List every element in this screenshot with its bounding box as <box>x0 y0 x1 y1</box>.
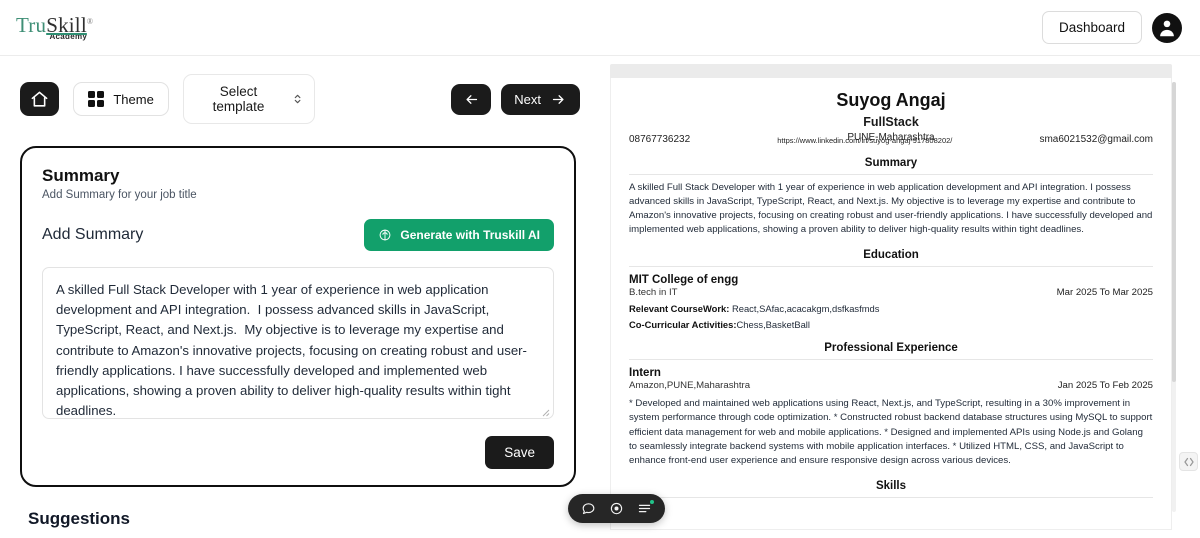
logo-text-skill: Skill <box>46 12 87 37</box>
logo-text-tru: Tru <box>16 12 47 37</box>
resume-document[interactable]: Suyog Angaj FullStack PUNE-Maharashtra 0… <box>610 78 1172 530</box>
resume-linkedin[interactable]: https://www.linkedin.com/in/suyog-angaj-… <box>777 136 952 145</box>
resume-role: FullStack <box>863 115 919 129</box>
resume-experience-entry: Intern <box>629 367 1153 379</box>
resume-scrollbar-thumb[interactable] <box>1172 82 1176 382</box>
top-bar-actions: Dashboard <box>1041 11 1182 44</box>
resume-preview-pane: Suyog Angaj FullStack PUNE-Maharashtra 0… <box>600 56 1200 538</box>
generate-ai-label: Generate with Truskill AI <box>400 228 540 242</box>
divider <box>629 174 1153 175</box>
logo-text: TruSkill® <box>16 12 94 37</box>
summary-textarea[interactable] <box>42 267 554 419</box>
chat-icon <box>582 503 595 515</box>
grid-icon <box>87 90 105 108</box>
resume-summary-text: A skilled Full Stack Developer with 1 ye… <box>629 182 1153 236</box>
preview-top-strip <box>610 64 1172 78</box>
dashboard-button[interactable]: Dashboard <box>1041 11 1142 44</box>
divider <box>629 496 1153 498</box>
education-activities: Co-Curricular Activities:Chess,BasketBal… <box>629 319 1153 330</box>
education-sub-line: B.tech in IT Mar 2025 To Mar 2025 <box>629 287 1153 298</box>
resume-email: sma6021532@gmail.com <box>1039 134 1153 145</box>
summary-card-title: Summary <box>42 166 120 185</box>
sections-button[interactable] <box>637 500 654 516</box>
resume-education-entry: MIT College of engg <box>629 274 1153 286</box>
chevron-updown-icon <box>294 94 301 104</box>
education-degree: B.tech in IT <box>629 287 678 299</box>
resume-experience-heading: Professional Experience <box>824 342 958 355</box>
registered-icon: ® <box>86 16 94 26</box>
main-content: Theme Select template Next Summary Add S… <box>0 56 1200 538</box>
resume-education-heading: Education <box>863 249 919 262</box>
education-coursework-value: React,SAfac,acacakgm,dsfkasfmds <box>729 303 880 315</box>
resume-summary-heading: Summary <box>864 157 918 169</box>
preview-button[interactable] <box>609 501 624 516</box>
home-button[interactable] <box>20 82 59 116</box>
editor-toolbar: Theme Select template Next <box>20 74 580 124</box>
save-button[interactable]: Save <box>485 436 554 469</box>
resume-preview-shell: Suyog Angaj FullStack PUNE-Maharashtra 0… <box>606 64 1176 530</box>
brain-icon <box>380 229 391 241</box>
divider <box>629 266 1153 268</box>
resume-skills-heading: Skills <box>875 479 907 492</box>
home-icon <box>31 91 48 107</box>
education-coursework-label: Relevant CourseWork: <box>629 303 730 315</box>
experience-company: Amazon,PUNE,Maharashtra <box>629 380 751 392</box>
summary-card: Summary Add Summary for your job title A… <box>20 146 576 487</box>
next-button-label: Next <box>514 91 541 107</box>
template-select-label: Select template <box>212 84 265 114</box>
avatar[interactable] <box>1152 12 1182 43</box>
next-button[interactable]: Next <box>501 83 580 115</box>
education-activities-value: Chess,BasketBall <box>736 319 810 331</box>
chat-button[interactable] <box>581 501 596 516</box>
experience-bullets: * Developed and maintained web applicati… <box>629 398 1153 466</box>
theme-button[interactable]: Theme <box>72 81 169 117</box>
eye-icon <box>610 502 623 515</box>
arrow-left-icon <box>466 94 477 104</box>
top-bar: TruSkill® Academy Dashboard <box>0 0 1200 56</box>
user-avatar-icon <box>1160 20 1174 36</box>
theme-button-label: Theme <box>113 91 154 107</box>
editor-pane: Theme Select template Next Summary Add S… <box>0 56 600 538</box>
notification-badge <box>650 500 654 504</box>
resume-scrollbar[interactable] <box>1172 82 1176 512</box>
template-select[interactable]: Select template <box>182 74 316 124</box>
collapse-arrows-icon <box>1183 457 1194 466</box>
education-dates: Mar 2025 To Mar 2025 <box>1056 287 1153 299</box>
wizard-nav: Next <box>451 83 580 115</box>
resume-contact-row: 08767736232 https://www.linkedin.com/in/… <box>629 134 1153 145</box>
add-summary-label: Add Summary <box>42 226 144 243</box>
education-school: MIT College of engg <box>629 274 739 287</box>
back-button[interactable] <box>451 83 492 115</box>
arrow-right-icon <box>552 94 564 104</box>
brand-logo[interactable]: TruSkill® Academy <box>16 12 94 41</box>
summary-card-actions: Add Summary Generate with Truskill AI <box>42 219 554 251</box>
divider <box>629 359 1153 361</box>
summary-card-subtitle: Add Summary for your job title <box>42 189 197 201</box>
experience-sub-line: Amazon,PUNE,Maharashtra Jan 2025 To Feb … <box>629 380 1153 391</box>
resume-phone: 08767736232 <box>629 134 691 145</box>
summary-textarea-wrap <box>42 267 554 424</box>
experience-role: Intern <box>629 367 661 380</box>
floating-toolbar <box>568 494 665 523</box>
resume-name: Suyog Angaj <box>836 90 946 110</box>
panel-collapse-handle[interactable] <box>1179 452 1198 471</box>
education-activities-label: Co-Curricular Activities: <box>629 319 737 331</box>
generate-ai-button[interactable]: Generate with Truskill AI <box>364 219 554 251</box>
suggestions-title: Suggestions <box>28 509 131 528</box>
experience-dates: Jan 2025 To Feb 2025 <box>1057 380 1153 392</box>
education-coursework: Relevant CourseWork: React,SAfac,acacakg… <box>629 303 1153 314</box>
summary-save-row: Save <box>42 436 554 469</box>
